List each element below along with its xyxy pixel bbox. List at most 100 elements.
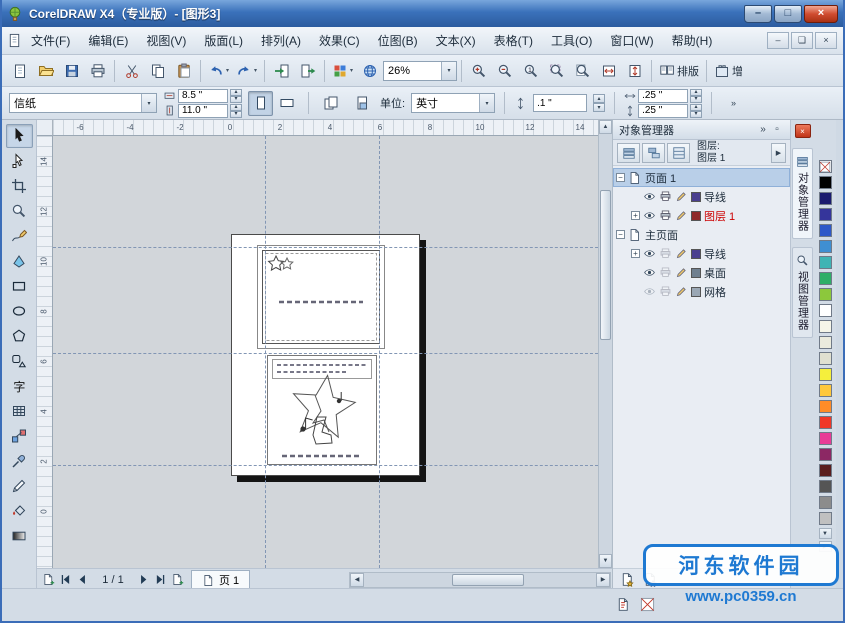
cut-button[interactable] [119,58,144,83]
printable-toggle[interactable] [659,247,672,260]
visibility-toggle[interactable] [643,209,656,222]
zoom-actual-size-button[interactable]: 1 [518,58,543,83]
pages-only-view-button[interactable] [667,143,690,163]
vertical-guideline-2[interactable] [379,136,380,568]
doc-restore-button[interactable]: ❏ [791,32,813,49]
expand-box[interactable]: + [631,211,640,220]
palette-color-swatch[interactable] [819,224,832,237]
duplicate-x-input[interactable]: .25 " [638,89,688,103]
document-info-indicator[interactable] [614,595,632,613]
docker-close-button[interactable]: × [795,124,811,138]
paper-height-input[interactable]: 11.0 " [178,104,228,118]
open-button[interactable] [33,58,58,83]
layer-color-swatch[interactable] [691,192,701,202]
layer-tree-layer-row[interactable]: +导线 [613,244,790,263]
chevron-down-icon[interactable]: ▾ [441,62,456,80]
chevron-down-icon[interactable]: ▾ [479,94,494,112]
chevron-down-icon[interactable]: ▾ [141,94,156,112]
add-page-button-left[interactable] [40,571,57,588]
layout-button[interactable]: 排版 [656,58,702,83]
smart-fill-tool[interactable] [6,249,33,273]
chevron-down-icon[interactable]: ▾ [350,67,353,74]
nudge-up-button[interactable]: ▴ [593,94,605,103]
layer-tree-layer-row[interactable]: 网格 [613,282,790,301]
menu-item-4[interactable]: 版面(L) [195,28,252,53]
pick-tool[interactable] [6,124,33,148]
docker-side-tab-2[interactable]: 视图管理器 [792,247,813,338]
last-page-button[interactable] [152,571,169,588]
horizontal-guideline-2[interactable] [53,353,598,354]
palette-color-swatch[interactable] [819,448,832,461]
scroll-down-button[interactable]: ▼ [599,554,612,568]
docker-side-tab-1[interactable]: 对象管理器 [792,148,813,239]
palette-color-swatch[interactable] [819,400,832,413]
eyedropper-tool[interactable] [6,449,33,473]
duplicate-y-up-button[interactable]: ▴ [690,104,702,111]
corel-online-button[interactable] [357,58,382,83]
horizontal-scroll-track[interactable] [364,573,596,587]
vertical-guideline-1[interactable] [265,136,266,568]
palette-color-swatch[interactable] [819,208,832,221]
polygon-tool[interactable] [6,324,33,348]
chevron-down-icon[interactable]: ▾ [254,67,257,74]
paste-button[interactable] [171,58,196,83]
palette-color-swatch[interactable] [819,240,832,253]
horizontal-guideline-1[interactable] [53,247,598,248]
menu-item-11[interactable]: 窗口(W) [601,28,662,53]
zoom-in-button[interactable] [466,58,491,83]
collapse-box[interactable]: − [616,173,625,182]
artwork-card-top[interactable] [257,245,385,349]
text-tool[interactable]: 字 [6,374,33,398]
visibility-toggle[interactable] [643,247,656,260]
menu-item-1[interactable]: 文件(F) [22,28,79,53]
printable-toggle[interactable] [659,209,672,222]
undo-button[interactable]: ▾ [205,58,232,83]
layer-manager-view-button[interactable] [617,143,640,163]
application-launcher-button[interactable]: ▾ [329,58,356,83]
palette-color-swatch[interactable] [819,304,832,317]
crop-tool[interactable] [6,174,33,198]
docker-flyout-button[interactable]: ▶ [771,143,786,163]
ellipse-tool[interactable] [6,299,33,323]
palette-color-swatch[interactable] [819,352,832,365]
layer-tree-layer-row[interactable]: 桌面 [613,263,790,282]
layer-color-swatch[interactable] [691,249,701,259]
palette-scroll-down-button[interactable]: ▼ [819,528,832,539]
all-pages-button[interactable] [318,91,343,116]
current-page-button[interactable] [349,91,374,116]
previous-page-button[interactable] [74,571,91,588]
scroll-left-button[interactable]: ◀ [350,573,364,587]
docker-minimize-button[interactable]: ▫ [770,124,784,135]
doc-minimize-button[interactable]: – [767,32,789,49]
editable-toggle[interactable] [675,266,688,279]
shape-tool[interactable] [6,149,33,173]
palette-color-swatch[interactable] [819,176,832,189]
printable-toggle[interactable] [659,266,672,279]
palette-color-swatch[interactable] [819,496,832,509]
copy-button[interactable] [145,58,170,83]
horizontal-scrollbar[interactable]: ◀ ▶ [349,572,611,588]
palette-color-swatch[interactable] [819,288,832,301]
layer-tree-page-row[interactable]: −页面 1 [613,168,790,187]
layer-color-swatch[interactable] [691,287,701,297]
new-document-button[interactable] [7,58,32,83]
menu-item-12[interactable]: 帮助(H) [663,28,722,53]
first-page-button[interactable] [57,571,74,588]
docker-collapse-button[interactable]: » [756,124,770,135]
chevron-down-icon[interactable]: ▾ [226,67,229,74]
scroll-right-button[interactable]: ▶ [596,573,610,587]
palette-color-swatch[interactable] [819,416,832,429]
menu-item-3[interactable]: 视图(V) [137,28,195,53]
canvas[interactable] [53,136,598,568]
zoom-level-combo[interactable]: 26%▾ [383,61,457,81]
horizontal-scroll-thumb[interactable] [452,574,524,586]
nudge-offset-input[interactable]: .1 " [533,94,587,112]
menu-item-6[interactable]: 效果(C) [310,28,369,53]
fill-tool[interactable] [6,499,33,523]
doc-close-button[interactable]: × [815,32,837,49]
zoom-tool[interactable] [6,199,33,223]
zoom-page-width-button[interactable] [596,58,621,83]
printable-toggle[interactable] [659,285,672,298]
palette-color-swatch[interactable] [819,272,832,285]
expand-box[interactable]: + [631,249,640,258]
